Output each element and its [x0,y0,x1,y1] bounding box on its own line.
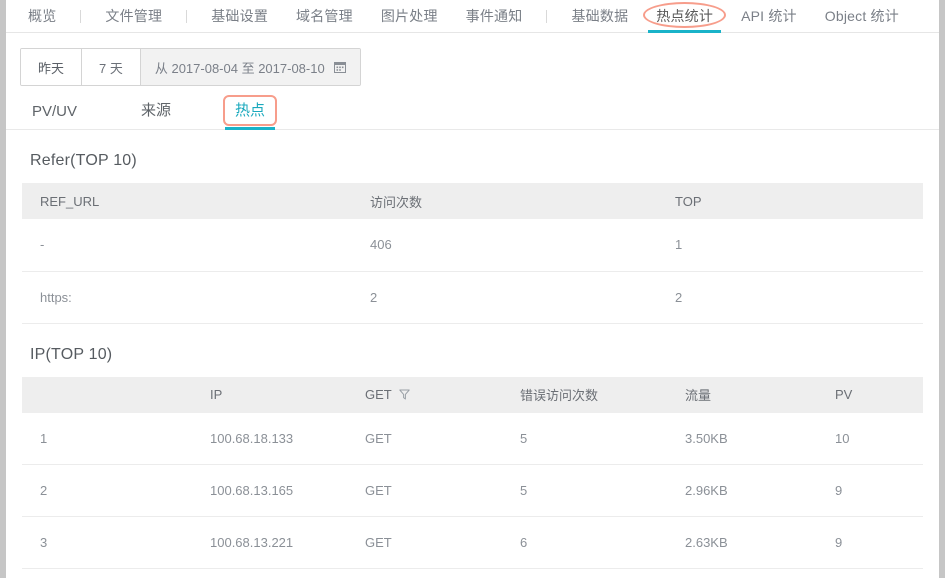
nav-item-4[interactable]: 图片处理 [367,0,452,33]
refer-section-title: Refer(TOP 10) [30,152,137,169]
ip-cell-errors: 6 [502,516,667,569]
nav-item-7[interactable]: 热点统计 [642,0,727,33]
ip-cell-ip: 100.68.13.221 [192,516,347,569]
ip-cell-errors: 5 [502,464,667,517]
nav-item-label: 文件管理 [105,7,163,24]
refer-cell-top: 2 [657,271,923,324]
table-row[interactable]: -406 1 [22,219,923,272]
ip-cell-pv: 10 [817,412,923,465]
calendar-icon[interactable] [333,61,346,73]
ip-cell-ip: 100.68.13.165 [192,464,347,517]
ip-section: IP(TOP 10) IP GET 错误访问次数 流量 PV 1 100.68.1… [6,345,939,569]
refer-cell-ref-url: - [22,219,352,272]
ip-cell-traffic: 3.50KB [667,412,817,465]
nav-item-6[interactable]: 基础数据 [557,0,642,33]
nav-item-2[interactable]: 基础设置 [197,0,282,33]
page-content: 概览 文件管理 基础设置 域名管理 图片处理 事件通知 基础数据 热点统计 API 统计 Obje… [6,0,939,578]
ip-cell-pv: 9 [817,464,923,517]
ip-col-errors[interactable]: 错误访问次数 [502,376,667,413]
nav-item-label: 基础数据 [571,7,629,24]
table-row[interactable]: 3 100.68.13.221 GET 6 2.63KB 9 [22,516,923,569]
ip-section-title: IP(TOP 10) [30,345,113,363]
top-navigation-bar: 概览 文件管理 基础设置 域名管理 图片处理 事件通知 基础数据 热点统计 API 统计 Obje… [6,0,939,33]
sub-tab-label: PV/UV [32,103,78,120]
ip-col-ip[interactable]: IP [192,376,347,413]
refer-table-header: REF_URL 访问次数 TOP [22,183,923,219]
sub-tab-2[interactable]: 热点 [223,95,278,130]
nav-item-8[interactable]: API 统计 [727,0,811,33]
ip-col-pv[interactable]: PV [817,376,923,413]
nav-separator [186,9,188,23]
ip-cell-index: 3 [22,516,192,569]
nav-item-label: 热点统计 [656,7,714,24]
ip-cell-traffic: 2.63KB [667,516,817,569]
refer-table-body: -406 1 https: 2 2 [22,219,923,324]
active-subtab-underline [225,127,276,130]
table-row[interactable]: 2 100.68.13.165 GET 5 2.96KB 9 [22,464,923,517]
page-root: 概览 文件管理 基础设置 域名管理 图片处理 事件通知 基础数据 热点统计 API 统计 Obje… [0,0,945,578]
ip-cell-errors: 5 [502,412,667,465]
nav-item-label: Object 统计 [824,7,899,24]
seven-days-button[interactable]: 7 天 [82,49,141,85]
refer-col-ref-url[interactable]: REF_URL [22,183,352,219]
refer-col-visits[interactable]: 访问次数 [352,183,657,219]
nav-item-0[interactable]: 概览 [14,0,70,33]
nav-separator [546,9,548,23]
refer-table: REF_URL 访问次数 TOP -406 1 https: 2 2 [22,183,923,324]
ip-table-body: 1 100.68.18.133 GET 5 3.50KB 10 2 100.68.13.165… [22,412,923,569]
right-scrollbar[interactable] [939,0,945,578]
refer-section: Refer(TOP 10) REF_URL 访问次数 TOP -406 1 http… [6,152,939,324]
sub-tab-bar: PV/UV 来源 热点 [6,90,939,130]
ip-col-method[interactable]: GET [347,376,502,413]
sub-tab-label: 来源 [141,102,172,119]
ip-cell-traffic: 2.96KB [667,464,817,517]
ip-cell-pv: 9 [817,516,923,569]
table-row[interactable]: https: 2 2 [22,271,923,324]
sub-tab-label: 热点 [235,102,266,119]
nav-item-label: 图片处理 [380,7,438,24]
yesterday-button[interactable]: 昨天 [21,49,83,85]
refer-header-row: REF_URL 访问次数 TOP [22,183,923,219]
ip-col-traffic[interactable]: 流量 [667,376,817,413]
nav-item-3[interactable]: 域名管理 [282,0,367,33]
refer-col-top[interactable]: TOP [657,183,923,219]
sub-tab-0[interactable]: PV/UV [22,103,87,129]
nav-item-5[interactable]: 事件通知 [452,0,537,33]
table-row[interactable]: 1 100.68.18.133 GET 5 3.50KB 10 [22,412,923,465]
date-filter-toolbar: 昨天 7 天 从 2017-08-04 至 2017-08-10 [6,33,939,90]
active-tab-underline [648,29,722,33]
ip-header-row: IP GET 错误访问次数 流量 PV [22,376,923,413]
ip-table-header: IP GET 错误访问次数 流量 PV [22,376,923,413]
ip-col-method-label: GET [365,387,392,402]
ip-cell-method: GET [347,412,502,465]
refer-cell-visits: 406 [352,219,657,272]
refer-cell-ref-url: https: [22,271,352,324]
nav-item-1[interactable]: 文件管理 [91,0,176,33]
filter-funnel-icon[interactable] [399,389,410,400]
refer-cell-top: 1 [657,219,923,272]
ip-cell-index: 2 [22,464,192,517]
nav-separator [80,9,82,23]
left-scroll-gutter[interactable] [0,0,6,578]
ip-cell-method: GET [347,464,502,517]
ip-cell-method: GET [347,516,502,569]
nav-item-label: API 统计 [741,7,797,24]
ip-cell-ip: 100.68.18.133 [192,412,347,465]
ip-col-index [22,376,192,413]
nav-item-label: 概览 [28,7,57,24]
ip-table: IP GET 错误访问次数 流量 PV 1 100.68.18.133 GET 5 3.… [22,376,923,569]
nav-item-9[interactable]: Object 统计 [811,0,913,33]
ip-cell-index: 1 [22,412,192,465]
date-range-picker[interactable]: 从 2017-08-04 至 2017-08-10 [140,49,360,85]
date-range-button-group: 昨天 7 天 从 2017-08-04 至 2017-08-10 [20,48,361,86]
nav-item-label: 事件通知 [465,7,523,24]
nav-item-label: 域名管理 [296,7,353,24]
date-range-value: 从 2017-08-04 至 2017-08-10 [154,60,325,76]
nav-item-label: 基础设置 [211,7,269,24]
refer-cell-visits: 2 [352,271,657,324]
sub-tab-1[interactable]: 来源 [131,99,181,129]
